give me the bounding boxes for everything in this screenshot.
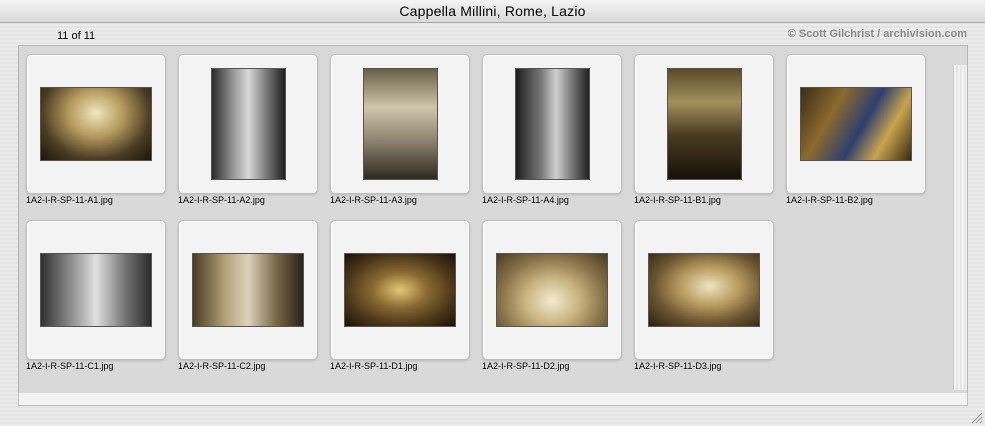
thumbnail-filename: 1A2-I-R-SP-11-A4.jpg [482, 195, 569, 205]
slide-mount[interactable] [26, 220, 166, 360]
slide-mount[interactable] [634, 54, 774, 194]
thumbnail-filename: 1A2-I-R-SP-11-D1.jpg [330, 361, 418, 371]
slide-mount[interactable] [482, 220, 622, 360]
thumbnail-filename: 1A2-I-R-SP-11-B1.jpg [634, 195, 721, 205]
copyright-notice: © Scott Gilchrist / archivision.com [787, 28, 967, 40]
thumbnail-image[interactable] [192, 253, 304, 327]
slide-mount[interactable] [330, 54, 470, 194]
horizontal-scrollbar[interactable] [18, 393, 968, 406]
thumbnail-image[interactable] [496, 253, 608, 327]
thumbnail-filename: 1A2-I-R-SP-11-B2.jpg [786, 195, 873, 205]
thumbnail-filename: 1A2-I-R-SP-11-A1.jpg [26, 195, 113, 205]
thumbnail-image[interactable] [362, 68, 438, 180]
window-titlebar[interactable]: Cappella Millini, Rome, Lazio [0, 0, 985, 23]
thumbnail-filename: 1A2-I-R-SP-11-D2.jpg [482, 361, 570, 371]
thumbnail-image[interactable] [800, 87, 912, 161]
resize-grip-icon[interactable] [969, 410, 983, 424]
image-counter: 11 of 11 [57, 30, 96, 42]
slide-mount[interactable] [482, 54, 622, 194]
thumbnail-filename: 1A2-I-R-SP-11-A3.jpg [330, 195, 417, 205]
slide-mount[interactable] [178, 54, 318, 194]
slide-mount[interactable] [26, 54, 166, 194]
thumbnail-grid: 1A2-I-R-SP-11-A1.jpg 1A2-I-R-SP-11-A2.jp… [18, 45, 968, 395]
window-title: Cappella Millini, Rome, Lazio [399, 3, 586, 19]
thumbnail-image[interactable] [210, 68, 286, 180]
thumbnail-filename: 1A2-I-R-SP-11-A2.jpg [178, 195, 265, 205]
thumbnail-image[interactable] [40, 87, 152, 161]
thumbnail-image[interactable] [40, 253, 152, 327]
thumbnail-filename: 1A2-I-R-SP-11-C2.jpg [178, 361, 266, 371]
thumbnail-image[interactable] [666, 68, 742, 180]
slide-mount[interactable] [786, 54, 926, 194]
slide-mount[interactable] [634, 220, 774, 360]
thumbnail-filename: 1A2-I-R-SP-11-D3.jpg [634, 361, 722, 371]
vertical-scrollbar[interactable] [953, 65, 967, 390]
slide-mount[interactable] [178, 220, 318, 360]
thumbnail-image[interactable] [648, 253, 760, 327]
thumbnail-image[interactable] [514, 68, 590, 180]
slide-mount[interactable] [330, 220, 470, 360]
thumbnail-image[interactable] [344, 253, 456, 327]
thumbnail-filename: 1A2-I-R-SP-11-C1.jpg [26, 361, 114, 371]
